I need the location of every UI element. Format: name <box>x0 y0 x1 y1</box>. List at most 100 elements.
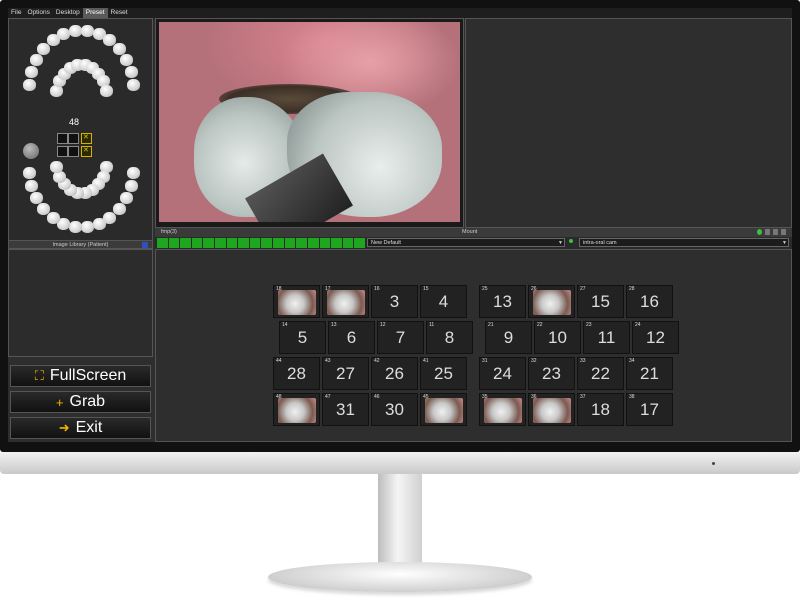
tooth-icon[interactable] <box>25 66 39 79</box>
tooth-slot-18[interactable]: 18 <box>273 285 320 318</box>
tooth-icon[interactable] <box>119 53 133 66</box>
tooth-icon[interactable] <box>81 25 95 38</box>
tooth-icon[interactable] <box>23 166 37 179</box>
grab-button[interactable]: + Grab <box>10 391 151 413</box>
tool-button-2[interactable] <box>68 133 79 144</box>
exit-button[interactable]: ➜ Exit <box>10 417 151 439</box>
camera-side-icon[interactable] <box>23 143 39 159</box>
slot-label: 15 <box>591 292 610 311</box>
tooth-slot-12[interactable]: 12 7 <box>377 321 424 354</box>
tooth-icon[interactable] <box>23 79 37 92</box>
tooth-icon[interactable] <box>81 220 95 233</box>
tooth-slot-25[interactable]: 25 13 <box>479 285 526 318</box>
tooth-slot-22[interactable]: 22 10 <box>534 321 581 354</box>
fullscreen-button[interactable]: ⛶ FullScreen <box>10 365 151 387</box>
tooth-slot-43[interactable]: 43 27 <box>322 357 369 390</box>
tooth-slot-28[interactable]: 28 16 <box>626 285 673 318</box>
tooth-icon[interactable] <box>68 25 82 38</box>
cross-icon-2[interactable] <box>81 146 92 157</box>
menu-options[interactable]: Options <box>24 8 52 18</box>
chevron-down-icon: ▼ <box>558 240 563 246</box>
tooth-slot-34[interactable]: 34 21 <box>626 357 673 390</box>
tool-icon-2[interactable] <box>773 229 778 235</box>
camera-status-icon <box>569 239 573 243</box>
toolbar-icons <box>757 229 786 235</box>
slot-label: 22 <box>591 364 610 383</box>
captured-thumbnail[interactable] <box>425 398 463 423</box>
tooth-slot-41[interactable]: 41 25 <box>420 357 467 390</box>
image-library-panel <box>8 249 153 357</box>
tool-button-3[interactable] <box>57 146 68 157</box>
menu-reset[interactable]: Reset <box>108 8 131 18</box>
intraoral-camera-image <box>159 22 460 222</box>
grab-label: Grab <box>69 393 106 410</box>
tooth-slot-42[interactable]: 42 26 <box>371 357 418 390</box>
tooth-slot-24[interactable]: 24 12 <box>632 321 679 354</box>
tooth-slot-31[interactable]: 31 24 <box>479 357 526 390</box>
preset-select[interactable]: New Default ▼ <box>367 238 565 247</box>
menu-desktop[interactable]: Desktop <box>53 8 83 18</box>
mount-area: 18 17 16 3 15 4 25 13 26 27 15 28 16 14 5 13 6 12 7 11 8 21 9 2… <box>155 249 792 442</box>
library-toggle-icon[interactable] <box>142 242 148 248</box>
tooth-slot-23[interactable]: 23 11 <box>583 321 630 354</box>
tooth-icon[interactable] <box>46 211 60 224</box>
tooth-slot-33[interactable]: 33 22 <box>577 357 624 390</box>
tooth-icon[interactable] <box>30 192 44 205</box>
tooth-icon[interactable] <box>25 179 39 192</box>
tool-icon-1[interactable] <box>765 229 770 235</box>
tooth-icon[interactable] <box>49 161 63 174</box>
captured-thumbnail[interactable] <box>533 290 571 315</box>
tooth-icon[interactable] <box>100 84 114 97</box>
tool-icon-3[interactable] <box>781 229 786 235</box>
captured-thumbnail[interactable] <box>278 398 316 423</box>
tooth-icon[interactable] <box>124 179 138 192</box>
captured-thumbnail[interactable] <box>327 290 365 315</box>
exit-icon: ➜ <box>58 420 70 435</box>
captured-thumbnail[interactable] <box>484 398 522 423</box>
live-camera-view[interactable] <box>155 18 464 228</box>
tooth-slot-13[interactable]: 13 6 <box>328 321 375 354</box>
captured-thumbnail[interactable] <box>533 398 571 423</box>
tooth-slot-14[interactable]: 14 5 <box>279 321 326 354</box>
slot-label: 16 <box>640 292 659 311</box>
tooth-icon[interactable] <box>68 220 82 233</box>
tooth-slot-48[interactable]: 48 <box>273 393 320 426</box>
tooth-slot-36[interactable]: 36 <box>528 393 575 426</box>
tooth-slot-46[interactable]: 46 30 <box>371 393 418 426</box>
tooth-slot-17[interactable]: 17 <box>322 285 369 318</box>
progress-segment <box>168 238 180 248</box>
tool-button-1[interactable] <box>57 133 68 144</box>
tooth-icon[interactable] <box>126 79 140 92</box>
menu-file[interactable]: File <box>8 8 24 18</box>
camera-select-value: intra-oral cam <box>583 240 617 246</box>
tooth-slot-47[interactable]: 47 31 <box>322 393 369 426</box>
tooth-icon[interactable] <box>37 202 51 215</box>
progress-segment <box>249 238 261 248</box>
tooth-slot-26[interactable]: 26 <box>528 285 575 318</box>
tooth-slot-27[interactable]: 27 15 <box>577 285 624 318</box>
tooth-icon[interactable] <box>126 166 140 179</box>
menu-bar: File Options Desktop Preset Reset <box>8 8 792 18</box>
captured-thumbnail[interactable] <box>278 290 316 315</box>
tooth-slot-45[interactable]: 45 <box>420 393 467 426</box>
tooth-icon[interactable] <box>92 217 106 230</box>
tooth-slot-44[interactable]: 44 28 <box>273 357 320 390</box>
toolbar-mount-label: Mount <box>462 229 478 235</box>
tool-button-4[interactable] <box>68 146 79 157</box>
tooth-slot-37[interactable]: 37 18 <box>577 393 624 426</box>
menu-preset[interactable]: Preset <box>82 8 108 18</box>
tooth-slot-11[interactable]: 11 8 <box>426 321 473 354</box>
camera-select[interactable]: intra-oral cam ▼ <box>579 238 789 247</box>
tooth-slot-35[interactable]: 35 <box>479 393 526 426</box>
tooth-slot-38[interactable]: 38 17 <box>626 393 673 426</box>
tooth-icon[interactable] <box>30 53 44 66</box>
slot-label: 25 <box>434 364 453 383</box>
progress-segment <box>180 238 191 248</box>
cross-icon[interactable] <box>81 133 92 144</box>
tooth-icon[interactable] <box>124 66 138 79</box>
preset-select-value: New Default <box>371 240 401 246</box>
tooth-slot-16[interactable]: 16 3 <box>371 285 418 318</box>
tooth-slot-32[interactable]: 32 23 <box>528 357 575 390</box>
tooth-slot-15[interactable]: 15 4 <box>420 285 467 318</box>
tooth-slot-21[interactable]: 21 9 <box>485 321 532 354</box>
